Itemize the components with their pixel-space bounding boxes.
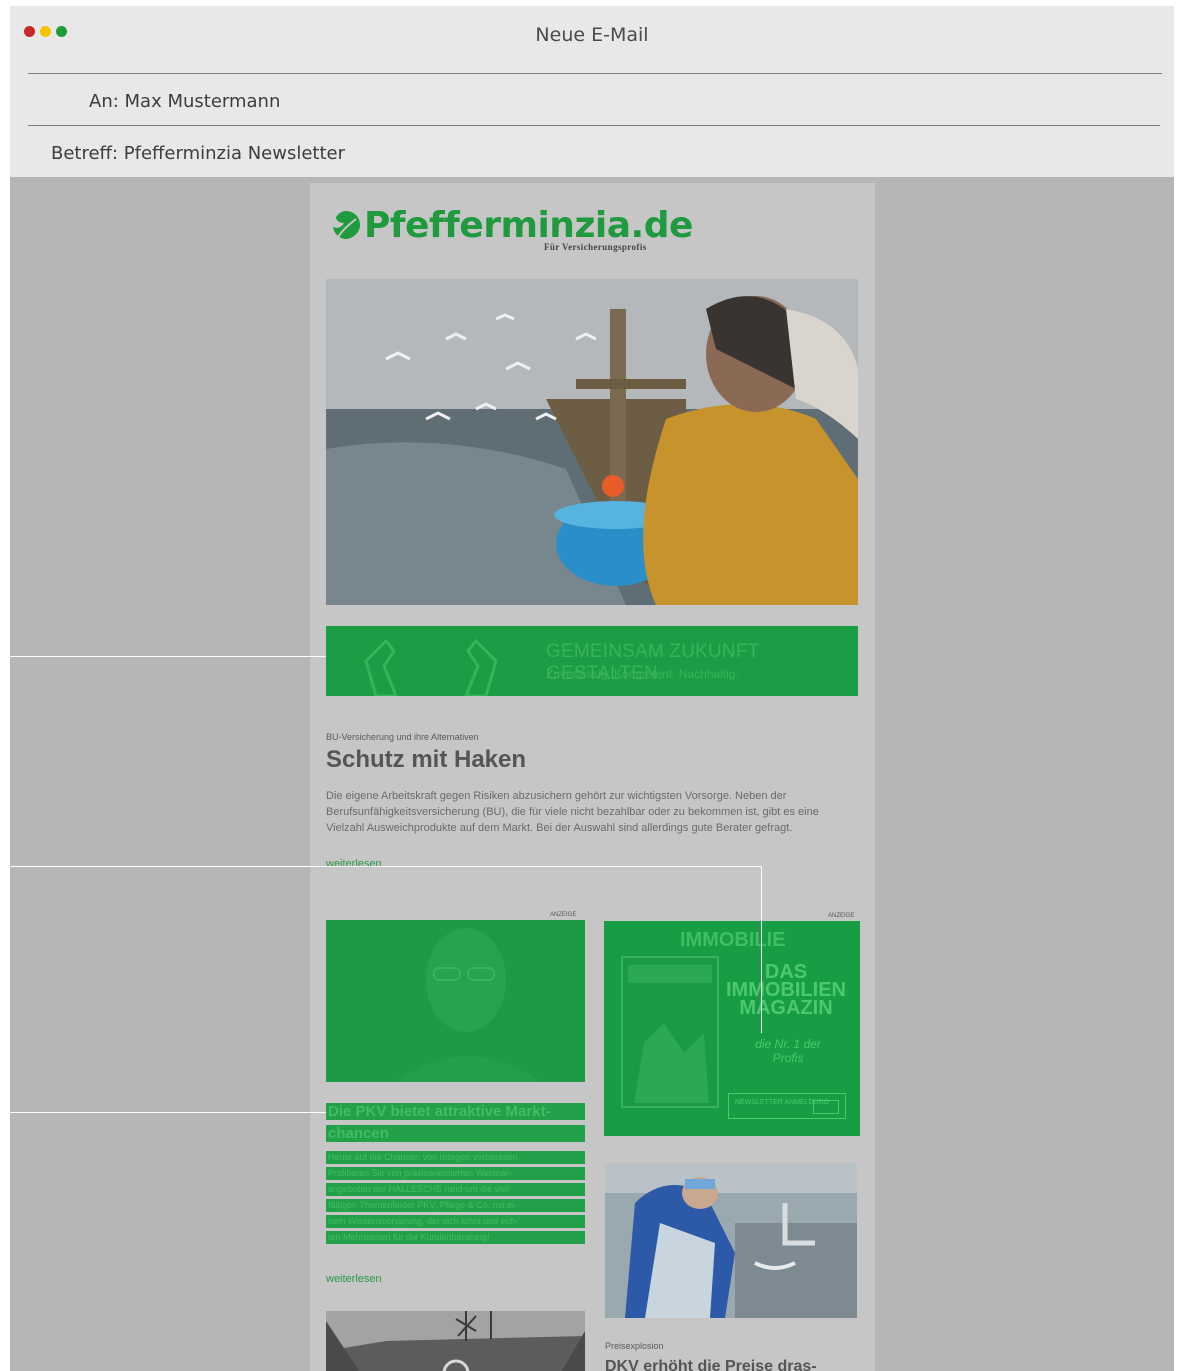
newsletter-signup-button[interactable]: NEWSLETTER ANMELDUNG xyxy=(728,1093,846,1119)
email-header: Neue E-Mail An: Max Mustermann Betreff: … xyxy=(10,6,1174,177)
immobilie-headline: DAS IMMOBILIEN MAGAZIN xyxy=(726,961,846,1019)
header-divider xyxy=(28,73,1162,74)
mint-leaf-icon xyxy=(333,211,360,239)
callout-line xyxy=(0,1112,326,1113)
email-body[interactable]: Pfefferminzia.de Für Versicherungsprofis xyxy=(10,177,1174,1371)
hero-image[interactable] xyxy=(326,279,858,605)
fisherman-photo xyxy=(326,279,858,605)
callout-line xyxy=(0,866,762,867)
pkv-teaser-line: nem Wissensvorsprung, der sich lohnt und… xyxy=(326,1215,585,1228)
newsletter-content: Pfefferminzia.de Für Versicherungsprofis xyxy=(310,183,875,1371)
dkv-article-image[interactable] xyxy=(605,1163,857,1318)
immobilie-claim: die Nr. 1 der Profis xyxy=(755,1037,821,1065)
ad-immobilie-magazin[interactable]: IMMOBILIE DAS IMMOBILIEN MAGAZIN die Nr.… xyxy=(604,921,860,1136)
article-read-more-link[interactable]: weiterlesen xyxy=(326,858,382,870)
court-building-photo xyxy=(326,1311,585,1371)
pkv-headline-line2[interactable]: chancen xyxy=(326,1125,585,1142)
article-kicker: BU-Versicherung und ihre Alternativen xyxy=(326,732,479,742)
ad-banner-zukunft[interactable]: GEMEINSAM ZUKUNFT GESTALTEN. Zuverlässig… xyxy=(326,626,858,696)
pkv-teaser-line: angeboten der HALLESCHE rund um die viel… xyxy=(326,1183,585,1196)
envelope-icon xyxy=(813,1100,839,1114)
banner-subline: Zuverlässig. Kompetent. Nachhaltig. xyxy=(546,667,739,681)
pkv-teaser-line: Heute auf die Chancen von morgen vorbere… xyxy=(326,1151,585,1164)
immobilie-logo: IMMOBILIE xyxy=(680,929,786,951)
hands-logo-icon xyxy=(364,638,498,696)
subject-field[interactable]: Betreff: Pfefferminzia Newsletter xyxy=(51,143,345,164)
logo-tagline: Für Versicherungsprofis xyxy=(544,242,647,252)
dkv-headline[interactable]: DKV erhöht die Preise dras- xyxy=(605,1358,817,1371)
ad-label-left: ANZEIGE xyxy=(550,912,577,918)
email-compose-window: Neue E-Mail An: Max Mustermann Betreff: … xyxy=(10,6,1174,1371)
portrait-photo xyxy=(396,928,541,1082)
article-headline[interactable]: Schutz mit Haken xyxy=(326,746,526,774)
ad-label-right: ANZEIGE xyxy=(828,913,855,919)
pkv-teaser-line: fältigen Themenfelder PKV, Pflege & Co. … xyxy=(326,1199,585,1212)
logo-wordmark: Pfefferminzia.de xyxy=(364,204,693,246)
pkv-headline-line1[interactable]: Die PKV bietet attraktive Markt- xyxy=(326,1103,585,1120)
window-title: Neue E-Mail xyxy=(535,24,649,46)
article-teaser: Die eigene Arbeitskraft gegen Risiken ab… xyxy=(326,790,819,834)
header-divider xyxy=(28,125,1160,126)
pkv-read-more-link[interactable]: weiterlesen xyxy=(326,1273,382,1285)
dkv-kicker: Preisexplosion xyxy=(605,1341,664,1351)
handwashing-photo xyxy=(605,1163,857,1318)
callout-line xyxy=(761,866,762,1033)
ad-portrait-image[interactable] xyxy=(326,920,585,1082)
to-field[interactable]: An: Max Mustermann xyxy=(89,91,280,112)
bundesgerichtshof-image[interactable] xyxy=(326,1311,585,1371)
pkv-teaser-line: ten Mehrwerten für die Kundenberatung! xyxy=(326,1231,585,1244)
magazine-cover-icon xyxy=(621,956,719,1108)
pfefferminzia-logo[interactable]: Pfefferminzia.de xyxy=(328,204,693,246)
callout-line xyxy=(0,656,326,657)
pkv-teaser-line: Profitieren Sie von praxisorientierten W… xyxy=(326,1167,585,1180)
